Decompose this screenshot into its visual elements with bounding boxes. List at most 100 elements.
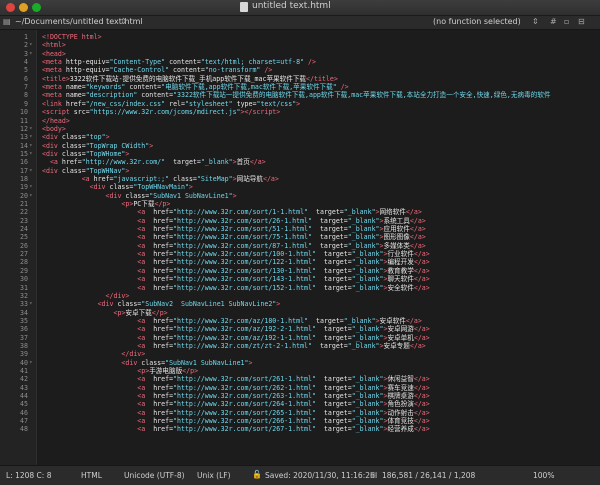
code-line[interactable]: 20 ▾ <div class="SubNav1 SubNavLine1"> <box>0 192 600 200</box>
code-line[interactable]: 45 <a href="http://www.32r.com/sort/264-… <box>0 400 600 408</box>
code-text: <a href="http://www.32r.com/sort/122-1.h… <box>137 258 430 267</box>
code-line[interactable]: 6 <title>3322软件下载站-提供免费的电脑软件下载_手机app软件下载_… <box>0 75 600 83</box>
line-number: 22 <box>20 208 28 217</box>
line-number: 3 <box>24 49 28 58</box>
code-text: <a href="http://www.32r.com/az/180-1.htm… <box>137 316 422 325</box>
counterpart-icon[interactable]: ▫ <box>564 17 569 26</box>
code-text: <a href="http://www.32r.com/" target="_b… <box>49 158 266 167</box>
code-line[interactable]: 13 ▾ <div class="top"> <box>0 133 600 141</box>
code-line[interactable]: 36 <a href="http://www.32r.com/az/192-2-… <box>0 325 600 333</box>
line-number: 27 <box>20 250 28 259</box>
code-line[interactable]: 5 <meta http-equiv="Cache-Control" conten… <box>0 66 600 74</box>
zoom-level[interactable]: 100% <box>533 471 554 480</box>
fold-arrow-icon[interactable]: ▾ <box>29 300 33 308</box>
code-line[interactable]: 34 <p>安卓下载</p> <box>0 309 600 317</box>
code-text: </div> <box>105 291 130 300</box>
fold-arrow-icon[interactable]: ▾ <box>29 359 33 367</box>
code-text: <a href="http://www.32r.com/sort/152-1.h… <box>137 283 430 292</box>
code-line[interactable]: 41 <p>手游电脑版</p> <box>0 367 600 375</box>
code-text: <div class="SubNav2 SubNavLine1 SubNavLi… <box>97 300 281 309</box>
line-number: 21 <box>20 200 28 208</box>
code-line[interactable]: 38 <a href="http://www.32r.com/zt/zt-2-1… <box>0 342 600 350</box>
markers-icon[interactable]: # <box>550 17 557 26</box>
fold-arrow-icon[interactable]: ▾ <box>29 142 33 150</box>
code-editor[interactable]: 1 <!DOCTYPE html> 2 ▾ <html> 3 ▾ <head> 4 <meta h… <box>0 30 600 465</box>
code-line[interactable]: 42 <a href="http://www.32r.com/sort/261-… <box>0 375 600 383</box>
code-line[interactable]: 35 <a href="http://www.32r.com/az/180-1.… <box>0 317 600 325</box>
encoding-popup[interactable]: Unicode (UTF-8) <box>124 471 185 480</box>
language-popup[interactable]: HTML <box>81 471 102 480</box>
code-line[interactable]: 43 <a href="http://www.32r.com/sort/262-… <box>0 384 600 392</box>
code-line[interactable]: 32 </div> <box>0 292 600 300</box>
code-line[interactable]: 26 <a href="http://www.32r.com/sort/87-1… <box>0 242 600 250</box>
code-line[interactable]: 12 ▾ <body> <box>0 125 600 133</box>
close-window-button[interactable] <box>6 3 15 12</box>
line-number: 46 <box>20 408 28 417</box>
code-line[interactable]: 24 <a href="http://www.32r.com/sort/51-1… <box>0 225 600 233</box>
code-line[interactable]: 46 <a href="http://www.32r.com/sort/265-… <box>0 409 600 417</box>
fold-arrow-icon[interactable]: ▾ <box>29 133 33 141</box>
code-line[interactable]: 21 <p>PC下载</p> <box>0 200 600 208</box>
code-line[interactable]: 39 </div> <box>0 350 600 358</box>
code-line[interactable]: 14 ▾ <div class="TopWrap CWidth"> <box>0 142 600 150</box>
code-line[interactable]: 19 ▾ <div class="TopWHNavMain"> <box>0 183 600 191</box>
code-line[interactable]: 9 <link href="/new_css/index.css" rel="st… <box>0 100 600 108</box>
code-text: <meta name="description" content="3322软件… <box>42 91 551 100</box>
code-text: <a href="http://www.32r.com/sort/75-1.ht… <box>137 233 426 242</box>
code-line[interactable]: 25 <a href="http://www.32r.com/sort/75-1… <box>0 233 600 241</box>
code-text: <meta http-equiv="Content-Type" content=… <box>42 58 316 67</box>
cursor-position[interactable]: L: 1208 C: 8 <box>6 471 51 480</box>
line-number: 16 <box>20 158 28 167</box>
function-popup[interactable]: (no function selected) <box>433 17 521 26</box>
code-line[interactable]: 30 <a href="http://www.32r.com/sort/143-… <box>0 275 600 283</box>
line-number: 39 <box>20 350 28 359</box>
code-line[interactable]: 2 ▾ <html> <box>0 41 600 49</box>
code-line[interactable]: 1 <!DOCTYPE html> <box>0 33 600 41</box>
fold-arrow-icon[interactable]: ▾ <box>29 150 33 158</box>
code-line[interactable]: 48 <a href="http://www.32r.com/sort/267-… <box>0 425 600 433</box>
code-line[interactable]: 17 ▾ <div class="TopWHNav"> <box>0 167 600 175</box>
fold-arrow-icon[interactable]: ▾ <box>29 167 33 175</box>
code-line[interactable]: 15 ▾ <div class="TopWHome"> <box>0 150 600 158</box>
line-number: 34 <box>20 308 28 317</box>
split-view-icon[interactable]: ⊟ <box>578 17 585 26</box>
code-line[interactable]: 3 ▾ <head> <box>0 50 600 58</box>
code-line[interactable]: 18 <a href="javascript:;" class="SiteMap… <box>0 175 600 183</box>
code-line[interactable]: 8 <meta name="description" content="3322软… <box>0 91 600 99</box>
fold-arrow-icon[interactable]: ▾ <box>29 125 33 133</box>
code-text: <p>PC下载</p> <box>121 200 171 208</box>
minimize-window-button[interactable] <box>19 3 28 12</box>
chevron-updown-icon: ⇕ <box>532 17 539 26</box>
zoom-window-button[interactable] <box>32 3 41 12</box>
code-line[interactable]: 31 <a href="http://www.32r.com/sort/152-… <box>0 284 600 292</box>
code-line[interactable]: 29 <a href="http://www.32r.com/sort/130-… <box>0 267 600 275</box>
code-line[interactable]: 40 ▾ <div class="SubNav1 SubNavLine1"> <box>0 359 600 367</box>
fold-arrow-icon[interactable]: ▾ <box>29 183 33 191</box>
line-number: 12 <box>20 124 28 133</box>
fold-arrow-icon[interactable]: ▾ <box>29 41 33 49</box>
file-icon[interactable]: ▤ <box>3 17 11 26</box>
code-line[interactable]: 44 <a href="http://www.32r.com/sort/263-… <box>0 392 600 400</box>
code-line[interactable]: 16 <a href="http://www.32r.com/" target=… <box>0 158 600 166</box>
code-line[interactable]: 37 <a href="http://www.32r.com/az/192-1-… <box>0 334 600 342</box>
line-number: 33 <box>20 300 28 309</box>
fold-arrow-icon[interactable]: ▾ <box>29 192 33 200</box>
code-line[interactable]: 22 <a href="http://www.32r.com/sort/1-1.… <box>0 208 600 216</box>
lock-icon[interactable]: 🔓 <box>252 470 262 479</box>
line-number: 2 <box>24 41 28 50</box>
code-text: <div class="TopWrap CWidth"> <box>42 141 154 150</box>
code-line[interactable]: 23 <a href="http://www.32r.com/sort/26-1… <box>0 217 600 225</box>
code-text: <meta http-equiv="Cache-Control" content… <box>42 66 273 75</box>
code-line[interactable]: 4 <meta http-equiv="Content-Type" content… <box>0 58 600 66</box>
code-line[interactable]: 11 </head> <box>0 117 600 125</box>
fold-arrow-icon[interactable]: ▾ <box>29 50 33 58</box>
line-endings-popup[interactable]: Unix (LF) <box>197 471 231 480</box>
line-number: 44 <box>20 392 28 401</box>
line-number: 7 <box>24 83 28 92</box>
line-number: 48 <box>20 425 28 434</box>
code-line[interactable]: 33 ▾ <div class="SubNav2 SubNavLine1 SubN… <box>0 300 600 308</box>
code-text: <a href="http://www.32r.com/sort/261-1.h… <box>137 375 430 384</box>
code-line[interactable]: 28 <a href="http://www.32r.com/sort/122-… <box>0 258 600 266</box>
line-number: 29 <box>20 266 28 275</box>
code-line[interactable]: 10 <script src="https://www.32r.com/jcoms… <box>0 108 600 116</box>
